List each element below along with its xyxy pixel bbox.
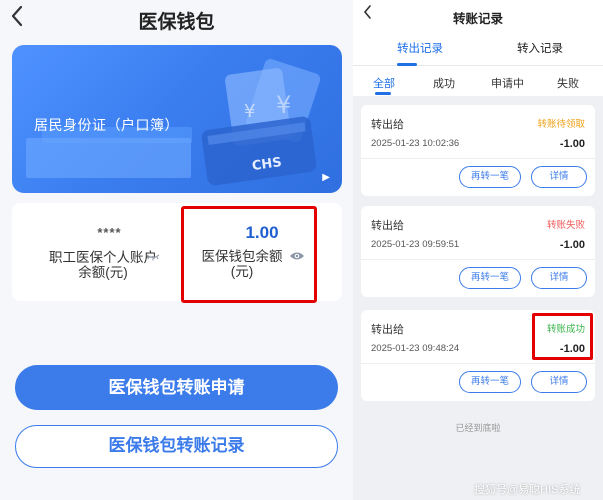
filter-failed[interactable]: 失败	[557, 75, 579, 91]
masked-id-bar	[26, 138, 191, 178]
transfer-again-button[interactable]: 再转一笔	[459, 267, 521, 289]
record-recipient: 转出给	[371, 119, 404, 131]
play-icon: ▶	[322, 172, 330, 183]
watermark: 搜狐号@易聪HIS系统	[474, 484, 581, 496]
svg-text:¥: ¥	[276, 91, 291, 119]
filter-all[interactable]: 全部	[373, 75, 395, 91]
id-card-banner[interactable]: 居民身份证（户口簿） ¥ ¥ CHS ▶	[12, 45, 342, 193]
record-time: 2025-01-23 09:59:51	[371, 239, 460, 250]
transfer-again-button[interactable]: 再转一笔	[459, 371, 521, 393]
divider	[361, 363, 595, 364]
divider	[361, 158, 595, 159]
personal-account-balance[interactable]: **** 职工医保个人账户余额(元)	[12, 203, 182, 301]
transfer-records-screen: 转账记录 转出记录 转入记录 全部 成功 申请中 失败 转出给 转账待领取 20…	[353, 0, 603, 500]
filter-success[interactable]: 成功	[433, 75, 455, 91]
id-type-label: 居民身份证（户口簿）	[34, 117, 179, 133]
header: 转账记录	[353, 0, 603, 30]
record-status: 转账待领取	[537, 119, 585, 130]
highlight-box	[532, 313, 593, 360]
filter-pending[interactable]: 申请中	[491, 75, 524, 91]
eye-closed-icon[interactable]	[146, 253, 160, 261]
personal-balance-label: 职工医保个人账户余额(元)	[49, 250, 157, 280]
highlight-box	[181, 206, 317, 303]
tab-incoming[interactable]: 转入记录	[517, 40, 563, 56]
details-button[interactable]: 详情	[531, 267, 587, 289]
divider	[361, 259, 595, 260]
record-time: 2025-01-23 09:48:24	[371, 343, 460, 354]
transfer-records-button[interactable]: 医保钱包转账记录	[15, 425, 338, 468]
details-button[interactable]: 详情	[531, 371, 587, 393]
header: 医保钱包	[0, 0, 353, 40]
transfer-again-button[interactable]: 再转一笔	[459, 166, 521, 188]
end-of-list-text: 已经到底啦	[455, 423, 501, 433]
record-time: 2025-01-23 10:02:36	[371, 138, 460, 149]
transfer-apply-button[interactable]: 医保钱包转账申请	[15, 365, 338, 410]
record-amount: -1.00	[559, 138, 585, 150]
tab-outgoing[interactable]: 转出记录	[397, 40, 443, 56]
status-filters: 全部 成功 申请中 失败	[353, 66, 603, 96]
wallet-illustration-icon: ¥ ¥ CHS	[201, 59, 321, 186]
page-title: 医保钱包	[138, 12, 215, 33]
record-amount: -1.00	[559, 239, 585, 251]
svg-text:¥: ¥	[244, 101, 255, 122]
active-filter-indicator	[375, 92, 391, 95]
record-status: 转账失败	[546, 220, 585, 231]
page-title: 转账记录	[452, 12, 503, 26]
record-card: 转出给 转账待领取 2025-01-23 10:02:36 -1.00 再转一笔…	[361, 105, 595, 196]
record-recipient: 转出给	[371, 324, 404, 336]
masked-balance: ****	[97, 225, 122, 240]
direction-tabs: 转出记录 转入记录	[353, 30, 603, 66]
record-card: 转出给 转账失败 2025-01-23 09:59:51 -1.00 再转一笔 …	[361, 206, 595, 297]
record-recipient: 转出给	[371, 220, 404, 232]
details-button[interactable]: 详情	[531, 166, 587, 188]
